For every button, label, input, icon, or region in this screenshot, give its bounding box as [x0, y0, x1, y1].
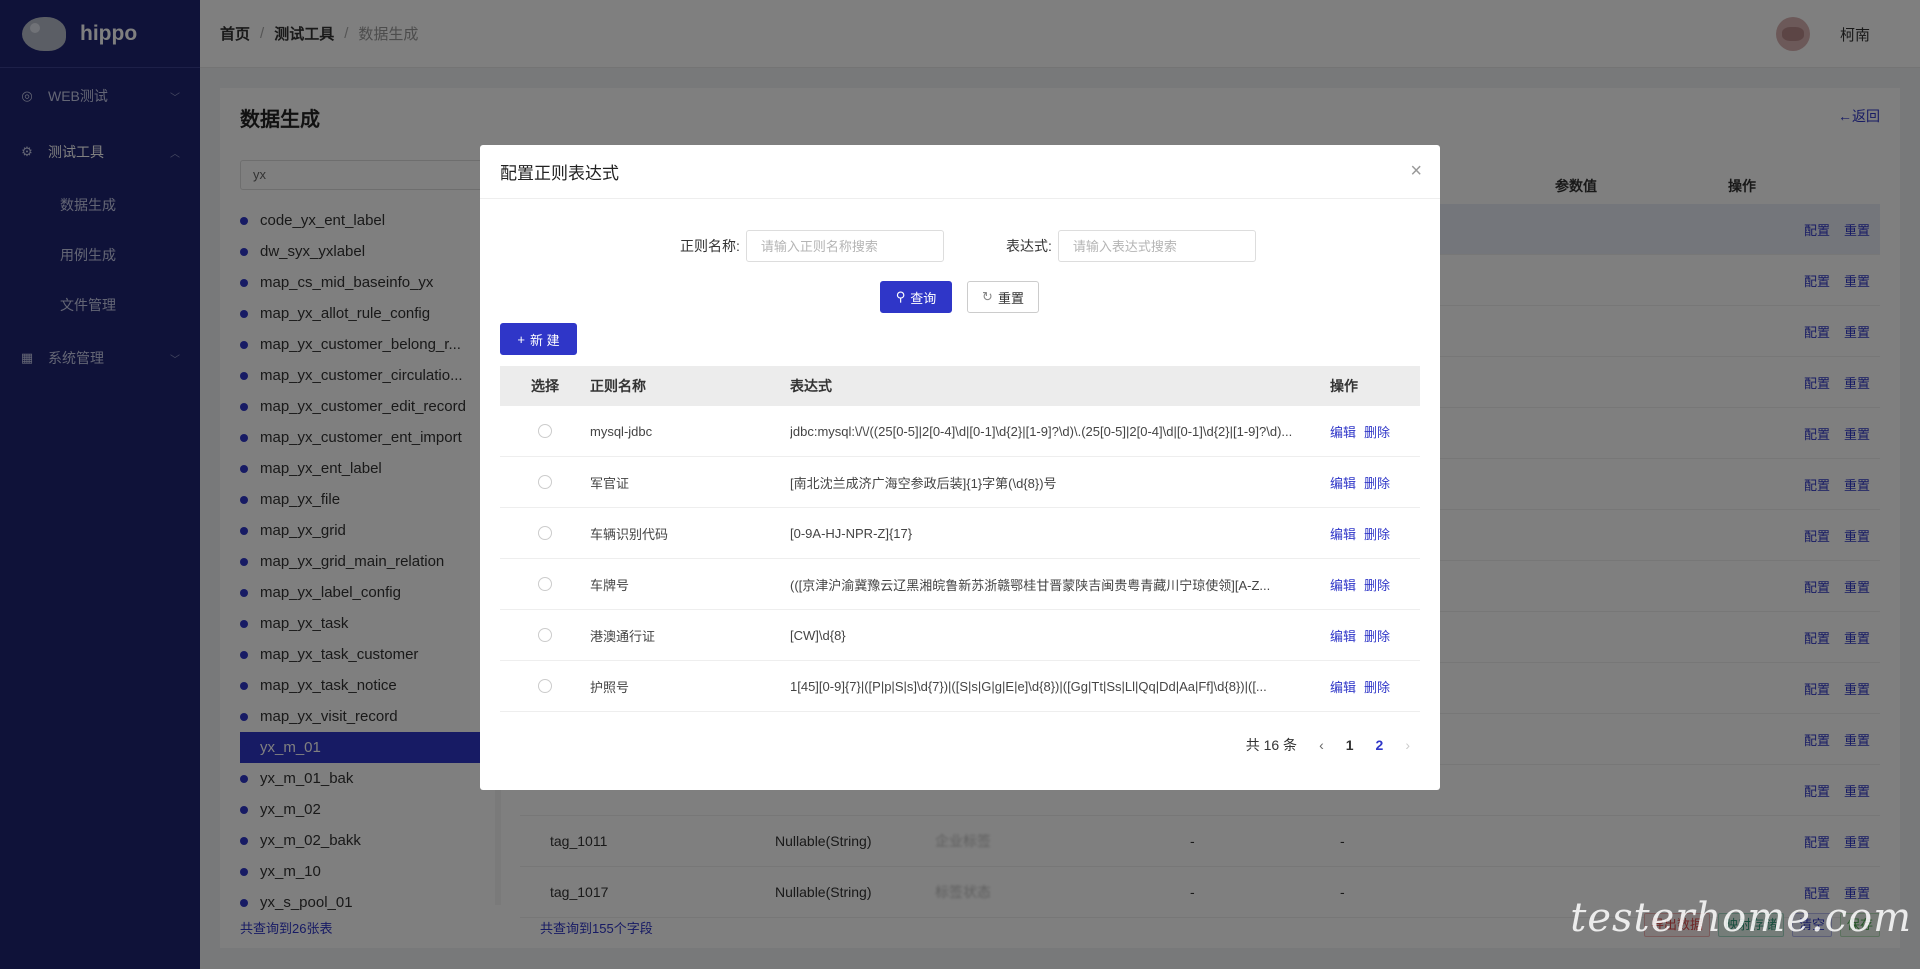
- refresh-icon: ↻: [982, 289, 993, 304]
- query-button[interactable]: ⚲ 查询: [880, 281, 952, 313]
- regex-name-input[interactable]: [745, 230, 944, 262]
- delete-link[interactable]: 删除: [1364, 524, 1390, 543]
- expr-filter-label: 表达式:: [1006, 238, 1052, 254]
- row-radio[interactable]: [538, 475, 552, 489]
- edit-link[interactable]: 编辑: [1330, 575, 1356, 594]
- edit-link[interactable]: 编辑: [1330, 626, 1356, 645]
- column-header-select: 选择: [531, 378, 559, 394]
- row-radio[interactable]: [538, 577, 552, 591]
- row-radio[interactable]: [538, 424, 552, 438]
- table-row: 护照号 1[45][0-9]{7}|([P|p|S|s]\d{7})|([S|s|…: [500, 661, 1420, 712]
- row-radio[interactable]: [538, 679, 552, 693]
- edit-link[interactable]: 编辑: [1330, 677, 1356, 696]
- ops-cell: 编辑 删除: [1330, 473, 1420, 492]
- column-header-name: 正则名称: [590, 378, 646, 394]
- plus-icon: +: [517, 331, 525, 347]
- table-row: 港澳通行证 [CW]\d{8} 编辑 删除: [500, 610, 1420, 661]
- regex-expr-cell: 1[45][0-9]{7}|([P|p|S|s]\d{7})|([S|s|G|g…: [790, 678, 1267, 694]
- page-1[interactable]: 1: [1346, 737, 1354, 753]
- regex-expr-cell: [0-9A-HJ-NPR-Z]{17}: [790, 525, 913, 541]
- regex-table-header: 选择 正则名称 表达式 操作: [500, 366, 1420, 406]
- close-icon[interactable]: ×: [1410, 161, 1422, 181]
- regex-table: 选择 正则名称 表达式 操作 mysql-jdbc jdbc:mysql:\/\/…: [500, 366, 1420, 712]
- regex-name-cell: 军官证: [590, 475, 630, 491]
- name-filter-label: 正则名称:: [680, 238, 740, 254]
- regex-name-cell: 港澳通行证: [590, 628, 656, 644]
- regex-expr-input[interactable]: [1057, 230, 1256, 262]
- table-row: 军官证 [南北沈兰成济广海空参政后装]{1}字第(\d{8})号 编辑 删除: [500, 457, 1420, 508]
- regex-expr-cell: [南北沈兰成济广海空参政后装]{1}字第(\d{8})号: [790, 475, 1057, 491]
- search-icon: ⚲: [895, 289, 906, 304]
- select-cell: [500, 475, 590, 489]
- edit-link[interactable]: 编辑: [1330, 422, 1356, 441]
- watermark: testerhome.com: [1570, 895, 1912, 941]
- expr-filter: 表达式:: [1006, 230, 1256, 262]
- next-page-icon[interactable]: ›: [1405, 737, 1410, 753]
- pagination-total: 共 16 条: [1245, 737, 1298, 753]
- regex-expr-cell: (([京津沪渝冀豫云辽黑湘皖鲁新苏浙赣鄂桂甘晋蒙陕吉闽贵粤青藏川宁琼使领][A-…: [790, 577, 1271, 593]
- ops-cell: 编辑 删除: [1330, 575, 1420, 594]
- regex-config-modal: 配置正则表达式 × 正则名称: 表达式: ⚲ 查询 ↻ 重置 + 新 建 选择 …: [480, 145, 1440, 790]
- edit-link[interactable]: 编辑: [1330, 524, 1356, 543]
- regex-name-cell: mysql-jdbc: [590, 423, 653, 439]
- regex-name-cell: 车辆识别代码: [590, 526, 669, 542]
- column-header-expr: 表达式: [790, 378, 832, 394]
- table-row: 车辆识别代码 [0-9A-HJ-NPR-Z]{17} 编辑 删除: [500, 508, 1420, 559]
- select-cell: [500, 424, 590, 438]
- delete-link[interactable]: 删除: [1364, 422, 1390, 441]
- regex-expr-cell: jdbc:mysql:\/\/((25[0-5]|2[0-4]\d|[0-1]\…: [790, 423, 1293, 439]
- column-header-ops: 操作: [1330, 378, 1358, 394]
- delete-link[interactable]: 删除: [1364, 626, 1390, 645]
- row-radio[interactable]: [538, 628, 552, 642]
- ops-cell: 编辑 删除: [1330, 677, 1420, 696]
- table-row: mysql-jdbc jdbc:mysql:\/\/((25[0-5]|2[0-4…: [500, 406, 1420, 457]
- regex-name-cell: 车牌号: [590, 577, 630, 593]
- regex-name-cell: 护照号: [590, 679, 630, 695]
- regex-expr-cell: [CW]\d{8}: [790, 627, 846, 643]
- edit-link[interactable]: 编辑: [1330, 473, 1356, 492]
- delete-link[interactable]: 删除: [1364, 575, 1390, 594]
- page-2[interactable]: 2: [1376, 737, 1384, 753]
- reset-button[interactable]: ↻ 重置: [967, 281, 1039, 313]
- ops-cell: 编辑 删除: [1330, 524, 1420, 543]
- new-button[interactable]: + 新 建: [500, 323, 577, 355]
- ops-cell: 编辑 删除: [1330, 422, 1420, 441]
- prev-page-icon[interactable]: ‹: [1319, 737, 1324, 753]
- ops-cell: 编辑 删除: [1330, 626, 1420, 645]
- select-cell: [500, 679, 590, 693]
- name-filter: 正则名称:: [680, 230, 944, 262]
- pagination: 共 16 条 ‹ 1 2 ›: [1246, 735, 1410, 755]
- delete-link[interactable]: 删除: [1364, 473, 1390, 492]
- select-cell: [500, 577, 590, 591]
- delete-link[interactable]: 删除: [1364, 677, 1390, 696]
- modal-title: 配置正则表达式: [480, 145, 1440, 199]
- row-radio[interactable]: [538, 526, 552, 540]
- table-row: 车牌号 (([京津沪渝冀豫云辽黑湘皖鲁新苏浙赣鄂桂甘晋蒙陕吉闽贵粤青藏川宁琼使领]…: [500, 559, 1420, 610]
- select-cell: [500, 628, 590, 642]
- select-cell: [500, 526, 590, 540]
